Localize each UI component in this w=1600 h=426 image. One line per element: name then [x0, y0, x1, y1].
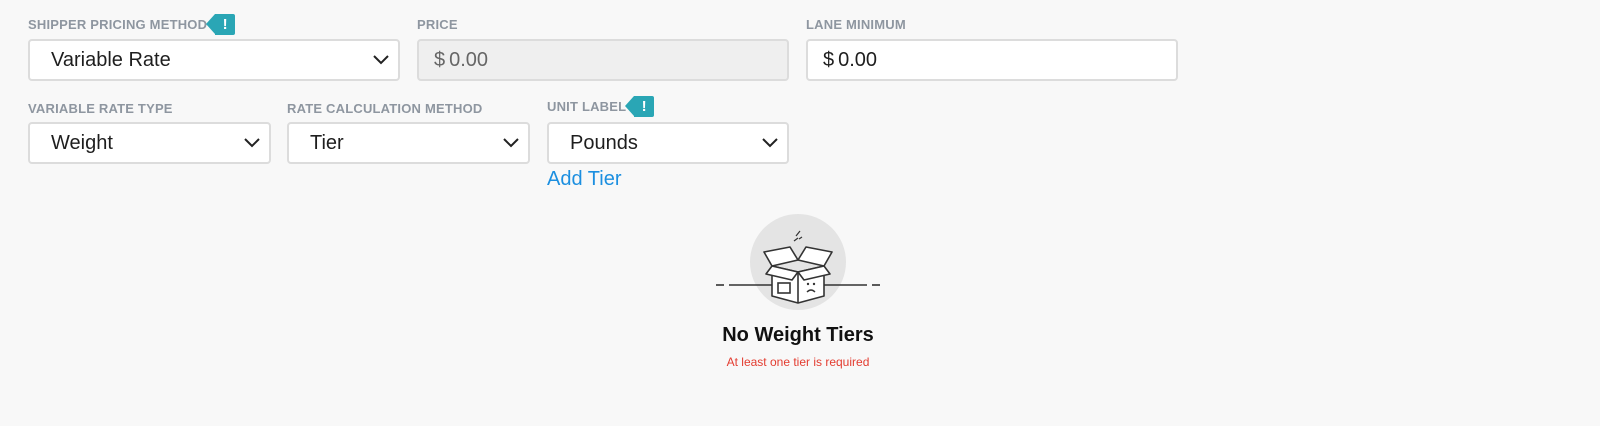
- shipper-pricing-method-label: SHIPPER PRICING METHOD !: [28, 14, 236, 35]
- alert-tag-icon: !: [206, 14, 236, 35]
- chevron-down-icon: [373, 55, 389, 65]
- rate-calculation-method-select[interactable]: Tier: [287, 122, 530, 164]
- currency-symbol: $: [434, 48, 446, 71]
- add-tier-link[interactable]: Add Tier: [547, 168, 621, 191]
- alert-tag-icon: !: [625, 96, 655, 117]
- unit-label-select[interactable]: Pounds: [547, 122, 789, 164]
- chevron-down-icon: [244, 138, 260, 148]
- lane-minimum-input[interactable]: $ 0.00: [806, 39, 1178, 81]
- chevron-down-icon: [503, 138, 519, 148]
- rate-calculation-method-label: RATE CALCULATION METHOD: [287, 101, 483, 116]
- price-label: PRICE: [417, 17, 458, 32]
- lane-minimum-label: LANE MINIMUM: [806, 17, 906, 32]
- currency-symbol: $: [823, 48, 835, 71]
- empty-box-icon: [716, 214, 880, 310]
- price-input[interactable]: $ 0.00: [417, 39, 789, 81]
- variable-rate-type-label: VARIABLE RATE TYPE: [28, 101, 173, 116]
- chevron-down-icon: [762, 138, 778, 148]
- empty-state-error-message: At least one tier is required: [726, 355, 870, 369]
- empty-state-title: No Weight Tiers: [722, 324, 874, 346]
- unit-label-label: UNIT LABEL !: [547, 96, 655, 117]
- variable-rate-type-select[interactable]: Weight: [28, 122, 271, 164]
- shipper-pricing-method-select[interactable]: Variable Rate: [28, 39, 400, 81]
